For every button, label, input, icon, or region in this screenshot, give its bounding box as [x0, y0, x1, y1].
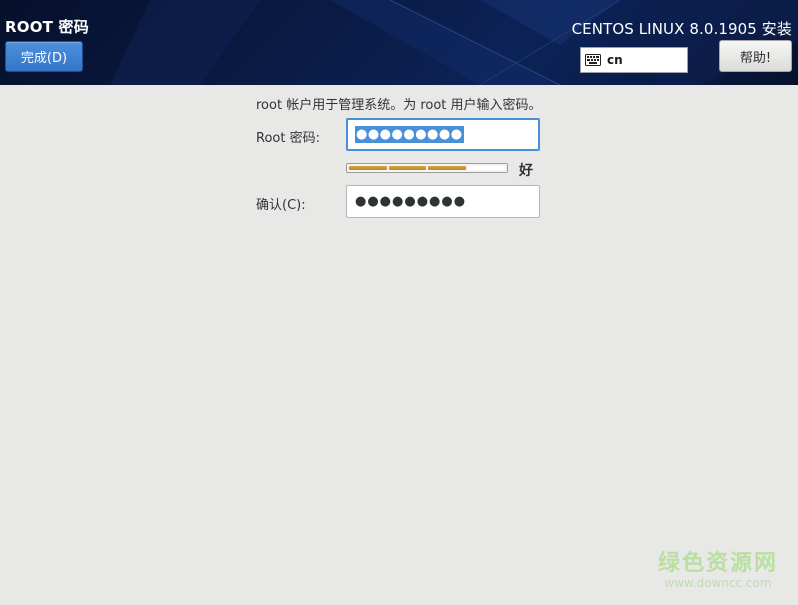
keyboard-icon: [585, 54, 601, 66]
strength-segment: [349, 166, 387, 170]
keyboard-layout-indicator[interactable]: cn: [580, 47, 688, 73]
password-strength-bar: [346, 163, 508, 173]
confirm-password-input[interactable]: ●●●●●●●●●: [346, 185, 540, 218]
watermark: 绿色资源网 www.downcc.com: [657, 551, 778, 591]
strength-segment: [467, 166, 505, 170]
description-text: root 帐户用于管理系统。为 root 用户输入密码。: [256, 98, 542, 113]
strength-segment: [388, 166, 426, 170]
root-password-label: Root 密码:: [256, 131, 320, 146]
confirm-password-label: 确认(C):: [256, 198, 306, 213]
watermark-url: www.downcc.com: [664, 576, 772, 590]
password-strength-label: 好: [519, 163, 533, 179]
confirm-password-value: ●●●●●●●●●: [355, 194, 467, 209]
product-title: CENTOS LINUX 8.0.1905 安装: [571, 20, 792, 38]
root-password-input[interactable]: ●●●●●●●●●: [346, 118, 540, 151]
done-button[interactable]: 完成(D): [5, 41, 83, 72]
keyboard-layout-label: cn: [607, 53, 623, 67]
watermark-text: 绿色资源网: [657, 551, 778, 576]
help-button[interactable]: 帮助!: [719, 40, 792, 72]
header-bar: ROOT 密码 完成(D) CENTOS LINUX 8.0.1905 安装 c…: [0, 0, 798, 85]
strength-segment: [428, 166, 466, 170]
root-password-value: ●●●●●●●●●: [355, 126, 464, 143]
page-title: ROOT 密码: [5, 18, 89, 36]
